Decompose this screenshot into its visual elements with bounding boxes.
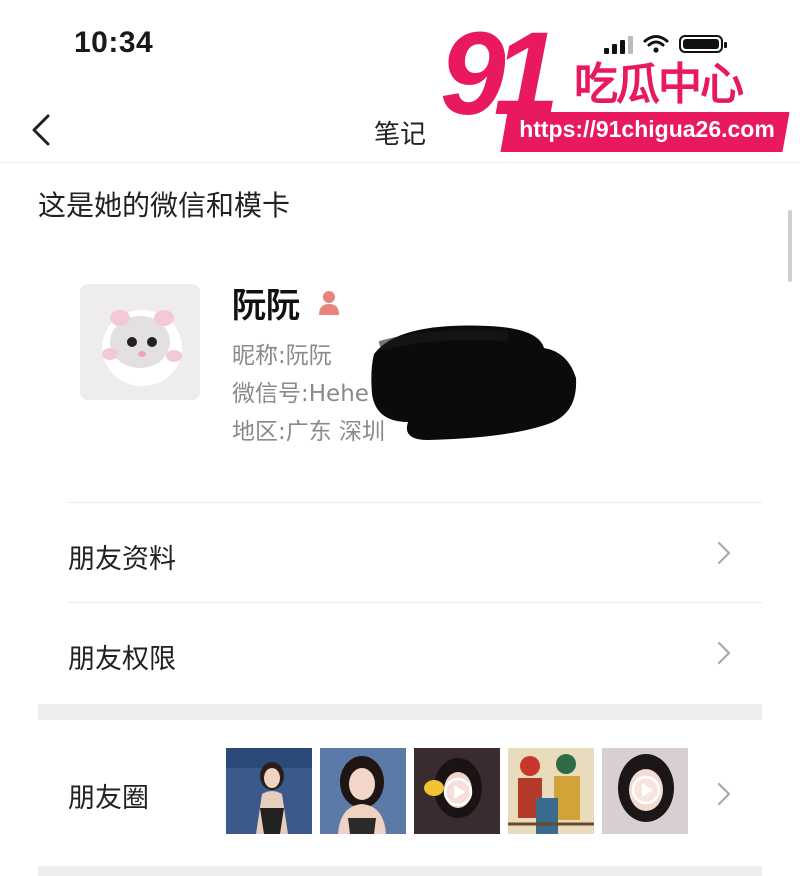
watermark-brand-text: 吃瓜中心 <box>574 59 744 110</box>
note-title: 这是她的微信和模卡 <box>38 189 291 222</box>
redaction-scribble <box>371 325 577 440</box>
moments-thumbnail[interactable] <box>508 748 594 834</box>
section-divider <box>38 704 762 720</box>
moments-label: 朋友圈 <box>68 783 149 814</box>
watermark-url: https://91chigua26.com <box>519 116 775 142</box>
friend-profile-row[interactable]: 朋友资料 <box>68 502 762 603</box>
chevron-right-icon <box>717 782 731 806</box>
status-time: 10:34 <box>74 26 154 59</box>
friend-permissions-row[interactable]: 朋友权限 <box>68 602 762 703</box>
moments-thumbnail[interactable] <box>226 748 312 834</box>
moments-thumbnail[interactable] <box>414 748 500 834</box>
contact-name: 阮阮 <box>232 286 300 326</box>
moments-thumbnail[interactable] <box>602 748 688 834</box>
wechat-id: 微信号:Hehe <box>232 381 369 407</box>
scrollbar[interactable] <box>788 210 792 282</box>
cat-avatar-image <box>80 284 200 400</box>
chevron-right-icon <box>717 541 731 565</box>
moments-thumbnail[interactable] <box>320 748 406 834</box>
region: 地区:广东 深圳 <box>232 419 386 445</box>
gender-female-icon <box>319 290 339 315</box>
section-divider <box>38 866 762 876</box>
contact-name-row: 阮阮 <box>232 278 342 327</box>
moments-row[interactable]: 朋友圈 <box>38 720 762 866</box>
friend-profile-label: 朋友资料 <box>68 544 176 575</box>
nickname: 昵称:阮阮 <box>232 343 332 369</box>
chevron-right-icon <box>717 641 731 665</box>
watermark-logo: 91 吃瓜中心 https://91chigua26.com <box>436 14 790 154</box>
friend-permissions-label: 朋友权限 <box>68 644 176 675</box>
avatar[interactable] <box>80 284 200 400</box>
